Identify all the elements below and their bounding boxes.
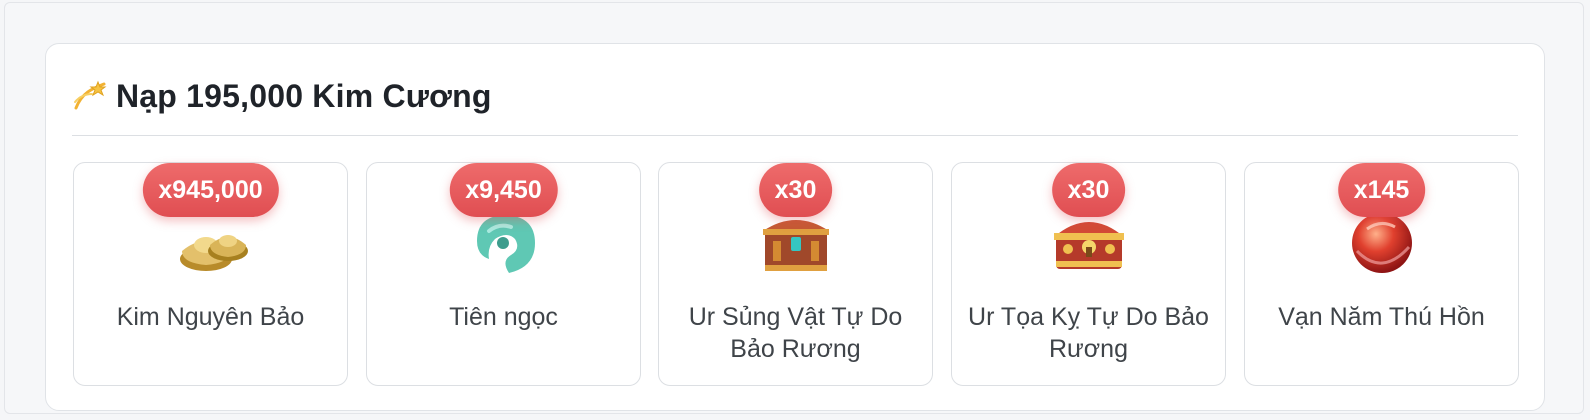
quantity-badge: x145 <box>1337 163 1426 217</box>
item-name: Vạn Năm Thú Hồn <box>1278 303 1485 331</box>
reward-item[interactable]: x30 Ur Sủng Vật Tự Do Bảo Rương <box>658 162 933 386</box>
item-name: Ur Sủng Vật Tự Do Bảo Rương <box>688 303 903 363</box>
quantity-badge: x9,450 <box>449 163 558 217</box>
reward-header: Nạp 195,000 Kim Cương <box>72 74 492 118</box>
quantity-badge: x945,000 <box>142 163 279 217</box>
reward-items-list: x945,000 Kim Nguyên Bảo x9,450 Tiên ngọc <box>73 162 1519 386</box>
dizzy-star-icon <box>74 80 107 110</box>
reward-item[interactable]: x145 Vạn Năm Thú Hồn <box>1244 162 1519 386</box>
reward-item[interactable]: x945,000 Kim Nguyên Bảo <box>73 162 348 386</box>
quantity-badge: x30 <box>758 163 833 217</box>
reward-item[interactable]: x30 Ur Tọa Kỵ Tự Do Bảo Rương <box>951 162 1226 386</box>
quantity-badge: x30 <box>1051 163 1126 217</box>
reward-item[interactable]: x9,450 Tiên ngọc <box>366 162 641 386</box>
page-title: Nạp 195,000 Kim Cương <box>116 77 492 114</box>
item-name: Ur Tọa Kỵ Tự Do Bảo Rương <box>968 303 1209 363</box>
item-name: Tiên ngọc <box>449 303 558 331</box>
reward-card: Nạp 195,000 Kim Cương x945,000 Kim Nguyê… <box>45 43 1545 411</box>
item-name: Kim Nguyên Bảo <box>116 303 305 331</box>
page-frame: Nạp 195,000 Kim Cương x945,000 Kim Nguyê… <box>4 2 1584 414</box>
header-divider <box>72 135 1518 136</box>
